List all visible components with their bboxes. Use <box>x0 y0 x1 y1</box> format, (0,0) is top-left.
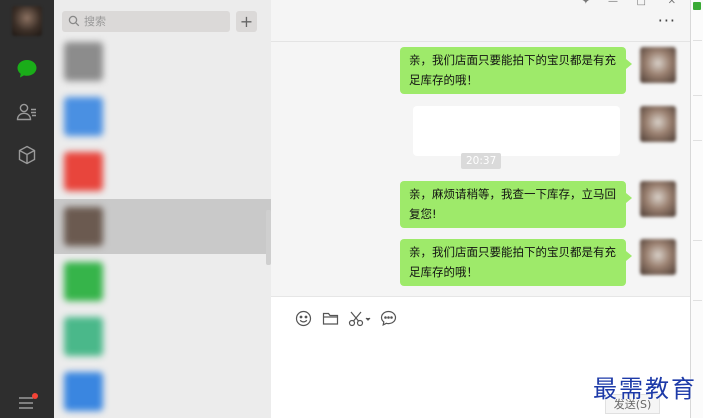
conversation-item[interactable] <box>54 199 271 254</box>
conversation-avatar <box>64 262 103 301</box>
divider <box>693 300 702 301</box>
conversation-avatar <box>64 152 103 191</box>
folder-icon[interactable] <box>321 309 339 327</box>
conversation-item[interactable] <box>54 34 271 89</box>
search-icon <box>68 15 80 27</box>
conversation-avatar <box>64 42 103 81</box>
add-button[interactable]: + <box>236 11 257 32</box>
close-icon[interactable]: ✕ <box>668 0 676 7</box>
watermark: 最需教育 <box>593 375 697 403</box>
conversation-list: 搜索 + <box>54 0 271 418</box>
conversation-item[interactable] <box>54 309 271 364</box>
image-message[interactable] <box>413 106 620 156</box>
background-window-edge <box>690 0 703 418</box>
conversation-item[interactable] <box>54 89 271 144</box>
menu-icon[interactable] <box>15 390 39 414</box>
emoji-icon[interactable] <box>294 309 312 327</box>
input-toolbar <box>271 296 690 336</box>
timestamp-divider: 20:37 <box>461 153 502 169</box>
more-options-button[interactable]: ··· <box>658 13 676 29</box>
conversation-item[interactable] <box>54 254 271 309</box>
conversation-avatar <box>64 97 103 136</box>
conversation-avatar <box>64 207 103 246</box>
divider <box>693 95 702 96</box>
conversation-item[interactable] <box>54 144 271 199</box>
sender-avatar[interactable] <box>640 47 676 83</box>
navigation-rail <box>0 0 54 418</box>
favorites-cube-icon[interactable] <box>15 143 39 167</box>
search-input[interactable]: 搜索 <box>62 11 230 32</box>
user-avatar[interactable] <box>12 6 42 36</box>
divider <box>693 40 702 41</box>
chat-icon[interactable] <box>15 57 39 81</box>
chat-history-icon[interactable] <box>379 309 397 327</box>
message-bubble[interactable]: 亲，我们店面只要能拍下的宝贝都是有充足库存的哦！ <box>400 47 632 94</box>
sender-avatar[interactable] <box>640 239 676 275</box>
conversation-avatar <box>64 372 103 411</box>
app-logo-icon <box>693 2 701 10</box>
sender-avatar[interactable] <box>640 181 676 217</box>
search-placeholder: 搜索 <box>84 15 106 28</box>
sender-avatar[interactable] <box>640 106 676 142</box>
chat-header: ✦ — □ ✕ ··· <box>271 0 690 42</box>
maximize-icon[interactable]: □ <box>637 0 646 7</box>
pin-icon[interactable]: ✦ <box>582 0 590 7</box>
minimize-icon[interactable]: — <box>608 0 618 7</box>
chat-panel: ✦ — □ ✕ ··· 亲，我们店面只要能拍下的宝贝都是有充足库存的哦！ 20:… <box>271 0 690 418</box>
conversation-item[interactable] <box>54 364 271 418</box>
scissors-icon[interactable] <box>348 309 372 327</box>
message-bubble[interactable]: 亲，麻烦请稍等，我查一下库存，立马回复您! <box>400 181 632 228</box>
contacts-icon[interactable] <box>15 100 39 124</box>
divider <box>693 140 702 141</box>
message-bubble[interactable]: 亲，我们店面只要能拍下的宝贝都是有充足库存的哦！ <box>400 239 632 286</box>
divider <box>693 240 702 241</box>
conversation-avatar <box>64 317 103 356</box>
